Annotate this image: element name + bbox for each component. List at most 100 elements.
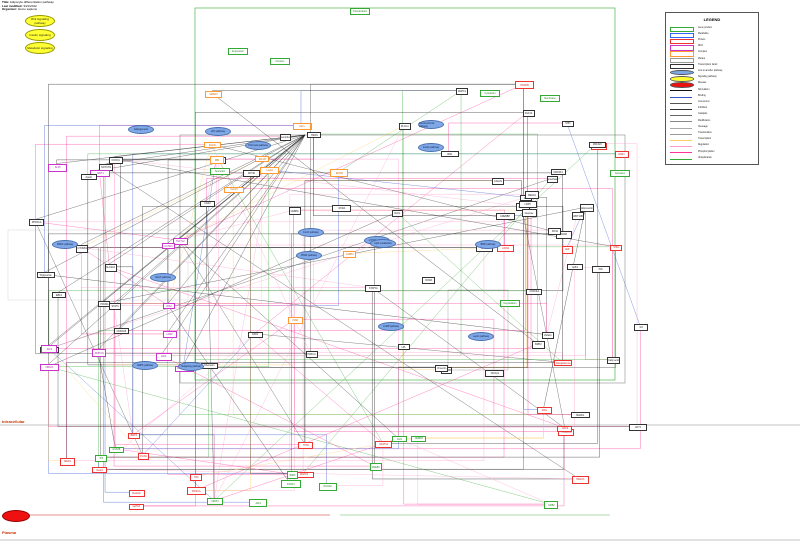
gene-node[interactable]: CEBPD — [411, 435, 427, 442]
gene-node[interactable]: SMAD1 — [570, 412, 590, 419]
gene-node[interactable]: ZNF423 — [588, 141, 606, 148]
gene-node[interactable]: INS — [591, 265, 610, 273]
gene-node[interactable]: BMP2 — [531, 340, 545, 349]
signaling-pathway-oval-1[interactable]: Wnt signaling pathway — [25, 15, 55, 27]
pathway-link-oval[interactable]: TGF-beta pathway — [245, 141, 271, 150]
pathway-link-oval[interactable]: Notch pathway — [150, 273, 176, 282]
gene-node[interactable]: Omentin — [435, 364, 449, 372]
gene-node[interactable]: ESR1 — [614, 151, 629, 159]
gene-node[interactable]: GSK3B — [108, 446, 124, 453]
gene-node[interactable]: IRS2 — [163, 303, 176, 310]
gene-node[interactable]: ADIPOQ — [92, 349, 107, 358]
gene-node[interactable]: NR3C1 — [40, 364, 60, 372]
gene-node[interactable]: Triglyceride — [36, 272, 55, 279]
gene-node[interactable]: MTOR — [243, 169, 261, 177]
pathway-link-oval[interactable]: BMP pathway — [475, 240, 501, 249]
gene-node[interactable]: DLK1 — [391, 209, 403, 217]
gene-node[interactable]: AKT1 — [629, 424, 648, 432]
gene-node[interactable]: CTNNB1 — [76, 244, 89, 253]
gene-node[interactable]: SHC1 — [610, 244, 623, 251]
pathway-link-oval[interactable]: Adipogenesis — [128, 125, 154, 134]
gene-node[interactable]: TP53 — [298, 441, 314, 449]
gene-node[interactable]: LPL — [397, 344, 410, 351]
gene-node[interactable]: CDK4 — [557, 425, 573, 432]
gene-node[interactable]: FGF10 — [522, 109, 535, 117]
disease-oval[interactable] — [2, 510, 30, 522]
signaling-pathway-oval-2[interactable]: Insulin signaling — [25, 29, 55, 41]
gene-node[interactable]: FABP4 — [343, 250, 357, 258]
gene-node[interactable]: Visfatin — [541, 332, 554, 340]
gene-node[interactable]: Rosiglitazone — [554, 360, 573, 367]
gene-node[interactable]: MEF2A — [525, 191, 539, 200]
gene-node[interactable]: HRAS — [307, 132, 322, 139]
gene-node[interactable]: Insulin — [92, 467, 108, 474]
gene-node[interactable]: IP3 — [95, 454, 108, 462]
gene-node[interactable]: IRS1 — [440, 151, 459, 157]
gene-node[interactable]: CCND1 — [162, 243, 176, 249]
gene-node[interactable]: STAT3 — [109, 303, 122, 311]
gene-node[interactable]: EBF1 — [52, 292, 67, 299]
gene-node[interactable]: RORA — [422, 277, 436, 285]
gene-node[interactable]: cAMP — [162, 331, 177, 339]
gene-node[interactable]: KLF5 — [48, 163, 68, 172]
gene-node[interactable]: GRB2 — [544, 501, 559, 510]
gene-node[interactable]: BMP4 — [127, 432, 140, 439]
gene-node[interactable]: Glucocorticoid — [279, 133, 291, 141]
gene-node[interactable]: HDAC3 — [571, 475, 589, 484]
gene-node[interactable]: PPP3CA — [29, 219, 45, 227]
gene-node[interactable]: CREB1 — [369, 463, 382, 472]
gene-node[interactable]: PIK3CA — [186, 487, 206, 496]
gene-node[interactable]: KLF15 — [224, 186, 245, 193]
gene-node[interactable]: PDGFB — [515, 81, 535, 90]
gene-node[interactable]: Dexamethasone — [546, 175, 558, 183]
pathway-link-oval[interactable]: cAMP pathway — [378, 322, 404, 331]
gene-node[interactable]: PRKCA — [305, 351, 318, 359]
pathway-link-oval[interactable]: Hedgehog pathway — [178, 362, 204, 371]
gene-node[interactable]: Leptin — [260, 167, 280, 175]
gene-node[interactable]: Apelin — [80, 174, 97, 181]
gene-node[interactable]: SLC2A4 — [104, 263, 117, 272]
gene-node[interactable]: SOS1 — [548, 227, 562, 235]
gene-node[interactable]: Resistin — [128, 489, 145, 497]
gene-node[interactable]: IL6 — [634, 323, 649, 331]
gene-node[interactable]: MAPK1 — [456, 88, 469, 96]
gene-node[interactable]: PLIN1 — [138, 452, 150, 460]
gene-node[interactable]: RXRA — [332, 204, 352, 212]
gene-node[interactable]: LEP — [561, 245, 573, 254]
gene-node[interactable]: NCOA2 — [318, 482, 337, 491]
gene-node[interactable]: Glucose — [521, 209, 537, 218]
gene-node[interactable]: Fatty acid — [607, 357, 620, 365]
gene-node[interactable]: CEBPA — [288, 207, 301, 216]
pathway-link-oval[interactable]: PPAR pathway — [296, 251, 322, 260]
gene-node[interactable]: NFATC1 — [375, 440, 393, 448]
pathway-link-oval[interactable]: Insulin pathway — [418, 143, 444, 152]
gene-node[interactable]: CALM1 — [492, 178, 505, 186]
gene-node[interactable]: IBMX — [287, 471, 298, 480]
gene-node[interactable]: JAK1 — [249, 499, 268, 508]
signaling-pathway-oval-3[interactable]: Metabolic signaling — [25, 42, 55, 54]
gene-node[interactable]: PLCG1 — [398, 123, 411, 131]
gene-node[interactable]: MED1 — [60, 457, 75, 466]
gene-node[interactable]: EGFR — [203, 142, 221, 149]
pathway-link-oval[interactable]: Wnt pathway — [205, 127, 231, 136]
gene-node[interactable]: TNF — [190, 473, 203, 481]
gene-node[interactable]: Ca2+ — [292, 122, 311, 130]
pathway-link-oval[interactable]: MAPK pathway — [52, 240, 78, 249]
gene-node[interactable]: CDKN1A — [526, 288, 543, 295]
gene-node[interactable]: NRIP1 — [207, 498, 224, 506]
gene-node[interactable]: SMAD3 — [204, 90, 222, 98]
gene-node[interactable]: CREBBP — [495, 213, 515, 221]
gene-node[interactable]: IGF1R — [255, 156, 270, 163]
gene-node[interactable]: RB1 — [210, 156, 225, 165]
pathway-link-oval[interactable]: Glucocorticoid pathway — [418, 120, 444, 129]
gene-node[interactable]: SHH — [561, 120, 574, 127]
pathway-link-oval[interactable]: FoxO pathway — [298, 228, 324, 237]
gene-node[interactable]: CDKN1B — [113, 328, 129, 335]
gene-node[interactable]: EGF — [155, 352, 172, 361]
gene-node[interactable]: MAP2K1 — [550, 169, 566, 176]
pathway-link-oval[interactable]: Leptin pathway — [468, 332, 494, 341]
pathway-link-oval[interactable]: Lipid metabolism — [370, 239, 396, 248]
gene-node[interactable]: FZD1 — [247, 331, 263, 338]
gene-node[interactable]: NCOA1 — [485, 370, 505, 378]
gene-node[interactable]: FGFR1 — [280, 480, 301, 489]
